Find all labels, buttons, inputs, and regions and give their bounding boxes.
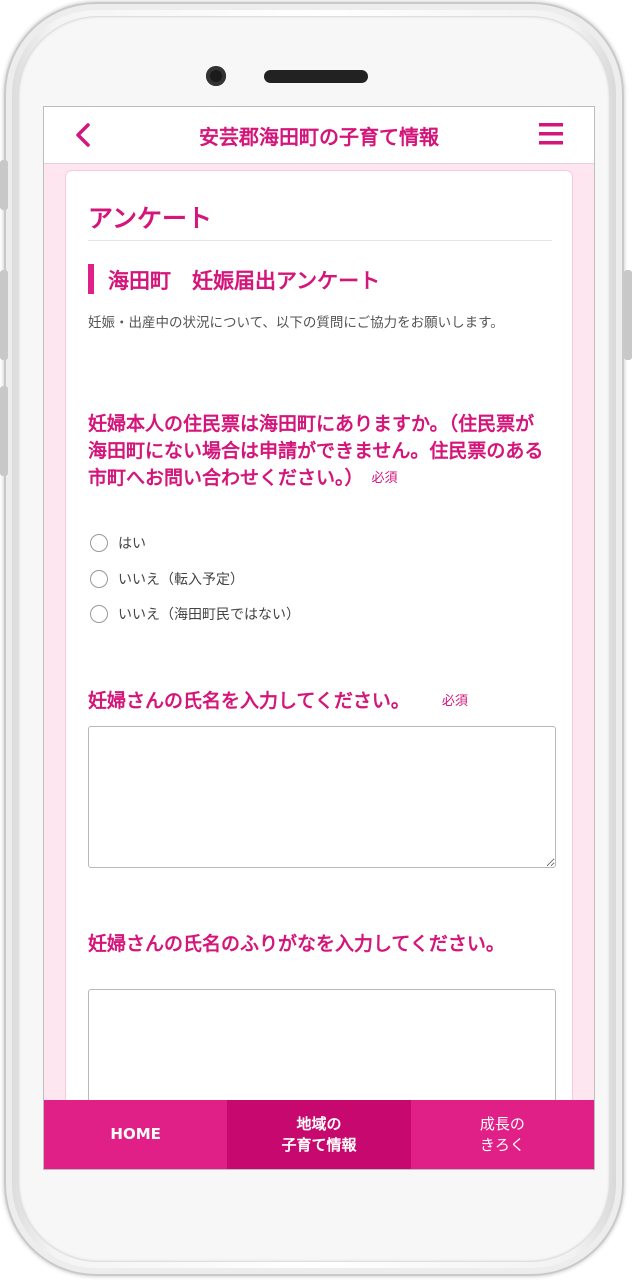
nav-home-label: HOME: [110, 1125, 161, 1143]
question-residence-text: 妊婦本人の住民票は海田町にありますか。（住民票が海田町にない場合は申請ができませ…: [88, 413, 544, 489]
front-camera: [206, 66, 226, 86]
required-badge: 必須: [371, 471, 398, 486]
phone-volume-up-button: [0, 270, 8, 360]
phone-side-button: [0, 160, 8, 210]
radio-option-moving-in[interactable]: いいえ（転入予定）: [90, 569, 244, 589]
nav-label-line1: 地域の: [296, 1114, 342, 1133]
radio-button[interactable]: [90, 570, 108, 588]
nav-label-line2: 子育て情報: [281, 1135, 357, 1154]
bottom-navigation-bar: HOME 地域の 子育て情報 成長の きろく: [44, 1100, 594, 1169]
required-badge: 必須: [441, 694, 468, 709]
radio-button[interactable]: [90, 605, 108, 623]
question-residence: 妊婦本人の住民票は海田町にありますか。（住民票が海田町にない場合は申請ができませ…: [88, 411, 552, 492]
app-title: 安芸郡海田町の子育て情報: [199, 125, 439, 149]
question-name-text: 妊婦さんの氏名を入力してください。: [88, 690, 410, 712]
question-furigana-text: 妊婦さんの氏名のふりがなを入力してください。: [88, 933, 505, 955]
question-name-furigana: 妊婦さんの氏名のふりがなを入力してください。: [88, 931, 552, 958]
question-name: 妊婦さんの氏名を入力してください。 必須: [88, 688, 552, 715]
radio-option-not-resident[interactable]: いいえ（海田町民ではない）: [90, 604, 300, 624]
intro-text: 妊娠・出産中の状況について、以下の質問にご協力をお願いします。: [88, 315, 504, 331]
phone-volume-down-button: [0, 386, 8, 476]
phone-power-button: [624, 270, 632, 360]
radio-option-label: いいえ（転入予定）: [118, 572, 244, 588]
title-divider: [88, 240, 552, 241]
name-input[interactable]: [88, 726, 556, 868]
speaker-grille: [264, 70, 368, 83]
hamburger-menu-icon[interactable]: [538, 121, 564, 147]
radio-option-label: はい: [118, 536, 146, 552]
radio-option-yes[interactable]: はい: [90, 533, 146, 553]
app-screen: 安芸郡海田町の子育て情報 アンケート 海田町 妊娠届出アンケート 妊娠・出産中の…: [43, 106, 595, 1170]
section-accent-bar: [88, 264, 94, 294]
nav-label-line2: きろく: [479, 1135, 525, 1154]
page-title: アンケート: [88, 204, 213, 233]
section-title: 海田町 妊娠届出アンケート: [108, 269, 381, 293]
top-navigation-bar: 安芸郡海田町の子育て情報: [44, 107, 594, 164]
nav-local-childcare-info[interactable]: 地域の 子育て情報: [227, 1100, 411, 1169]
radio-button[interactable]: [90, 534, 108, 552]
nav-home[interactable]: HOME: [44, 1100, 227, 1169]
nav-growth-record[interactable]: 成長の きろく: [411, 1100, 594, 1169]
nav-label-line1: 成長の: [479, 1114, 525, 1133]
radio-option-label: いいえ（海田町民ではない）: [118, 607, 300, 623]
survey-card: アンケート 海田町 妊娠届出アンケート 妊娠・出産中の状況について、以下の質問に…: [66, 171, 572, 1169]
